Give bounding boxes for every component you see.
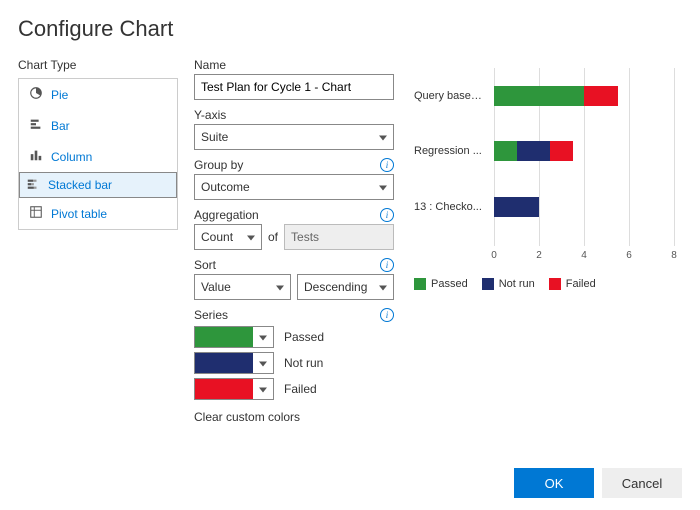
bar-segment-failed <box>584 86 618 106</box>
chart-type-item-pivot-table[interactable]: Pivot table <box>19 198 177 229</box>
bar-row <box>494 86 618 106</box>
chart: 0 2 4 6 8 Query based... Regression ... 13 : C… <box>414 68 674 268</box>
bar-segment-failed <box>550 141 573 161</box>
chart-type-label: Bar <box>51 119 70 133</box>
xaxis-tick: 8 <box>671 250 677 261</box>
sort-dir-select[interactable]: Descending <box>297 274 394 300</box>
chart-xaxis: 0 2 4 6 8 <box>494 248 674 268</box>
series-row: Failed <box>194 378 394 400</box>
legend-label: Failed <box>566 278 596 290</box>
groupby-label: Group by <box>194 158 243 172</box>
chart-type-item-pie[interactable]: Pie <box>19 79 177 110</box>
clear-colors-link[interactable]: Clear custom colors <box>194 410 394 424</box>
pivot-icon <box>29 205 43 222</box>
bar-segment-passed <box>494 141 517 161</box>
category-label: Regression ... <box>414 145 484 157</box>
stackedbar-icon <box>26 177 40 194</box>
chart-type-item-bar[interactable]: Bar <box>19 110 177 141</box>
bar-row <box>494 197 539 217</box>
info-icon[interactable]: i <box>380 308 394 322</box>
chevron-down-icon <box>379 136 387 141</box>
legend-swatch <box>549 278 561 290</box>
dialog-title: Configure Chart <box>18 16 682 42</box>
pie-icon <box>29 86 43 103</box>
sort-by-select[interactable]: Value <box>194 274 291 300</box>
yaxis-label: Y-axis <box>194 108 394 122</box>
ok-button[interactable]: OK <box>514 468 594 498</box>
aggregation-of: of <box>268 230 278 244</box>
bar-icon <box>29 117 43 134</box>
series-list: Passed Not run Failed <box>194 326 394 400</box>
chevron-down-icon <box>276 286 284 291</box>
chart-type-label: Column <box>51 150 92 164</box>
info-icon[interactable]: i <box>380 158 394 172</box>
series-row: Passed <box>194 326 394 348</box>
series-color-picker[interactable] <box>194 378 274 400</box>
chart-type-label: Pivot table <box>51 207 107 221</box>
legend-label: Not run <box>499 278 535 290</box>
yaxis-select[interactable]: Suite <box>194 124 394 150</box>
bar-row <box>494 141 573 161</box>
category-label: Query based... <box>414 90 484 102</box>
chart-type-label: Stacked bar <box>48 178 112 192</box>
chart-type-label: Pie <box>51 88 68 102</box>
legend-swatch <box>482 278 494 290</box>
chart-legend: Passed Not run Failed <box>414 278 682 290</box>
chart-type-item-stacked-bar[interactable]: Stacked bar <box>19 172 177 198</box>
series-color-picker[interactable] <box>194 326 274 348</box>
name-label: Name <box>194 58 394 72</box>
chart-type-item-column[interactable]: Column <box>19 141 177 172</box>
category-label: 13 : Checko... <box>414 201 484 213</box>
groupby-select[interactable]: Outcome <box>194 174 394 200</box>
aggregation-select[interactable]: Count <box>194 224 262 250</box>
legend-item: Failed <box>549 278 596 290</box>
xaxis-tick: 0 <box>491 250 497 261</box>
chevron-down-icon <box>259 362 267 367</box>
legend-item: Passed <box>414 278 468 290</box>
sort-label: Sort <box>194 258 216 272</box>
chevron-down-icon <box>259 336 267 341</box>
legend-swatch <box>414 278 426 290</box>
chart-preview: 0 2 4 6 8 Query based... Regression ... 13 : C… <box>410 58 682 424</box>
aggregation-label: Aggregation <box>194 208 259 222</box>
bar-segment-not-run <box>517 141 551 161</box>
series-row: Not run <box>194 352 394 374</box>
series-name: Passed <box>284 330 324 344</box>
cancel-button[interactable]: Cancel <box>602 468 682 498</box>
info-icon[interactable]: i <box>380 258 394 272</box>
series-label: Series <box>194 308 228 322</box>
chevron-down-icon <box>247 236 255 241</box>
chevron-down-icon <box>259 388 267 393</box>
chart-type-list: Pie Bar Column Stacked bar Pivot table <box>18 78 178 230</box>
name-input[interactable] <box>194 74 394 100</box>
series-name: Failed <box>284 382 317 396</box>
xaxis-tick: 2 <box>536 250 542 261</box>
info-icon[interactable]: i <box>380 208 394 222</box>
bar-segment-passed <box>494 86 584 106</box>
chevron-down-icon <box>379 286 387 291</box>
series-name: Not run <box>284 356 323 370</box>
chevron-down-icon <box>379 186 387 191</box>
config-form: Name Y-axis Suite Group by i Outcome Agg… <box>194 58 394 424</box>
column-icon <box>29 148 43 165</box>
bar-segment-not-run <box>494 197 539 217</box>
legend-label: Passed <box>431 278 468 290</box>
aggregation-field: Tests <box>284 224 394 250</box>
chart-type-sidebar: Chart Type Pie Bar Column Stacked bar Pivot … <box>18 58 178 424</box>
legend-item: Not run <box>482 278 535 290</box>
series-color-picker[interactable] <box>194 352 274 374</box>
chart-type-header: Chart Type <box>18 58 178 72</box>
xaxis-tick: 6 <box>626 250 632 261</box>
xaxis-tick: 4 <box>581 250 587 261</box>
